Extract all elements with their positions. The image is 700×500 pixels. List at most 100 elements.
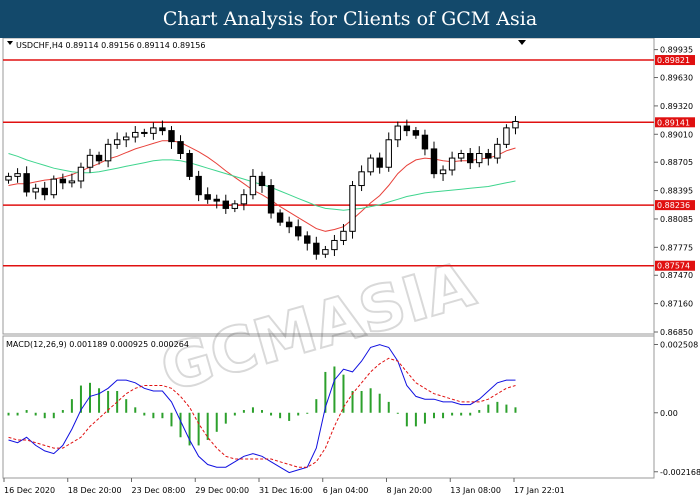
time-tick-label: 8 Jan 20:00 bbox=[387, 486, 433, 495]
candle-body bbox=[213, 198, 220, 202]
candle-body bbox=[32, 187, 39, 193]
macd-histogram-bar bbox=[297, 412, 300, 416]
macd-histogram-bar bbox=[514, 407, 517, 413]
candle-body bbox=[358, 171, 365, 187]
candle-body bbox=[104, 143, 112, 162]
candle-body bbox=[95, 154, 103, 162]
time-tick-label: 29 Dec 00:00 bbox=[195, 486, 249, 495]
macd-histogram-bar bbox=[469, 412, 472, 416]
time-tick-label: 31 Dec 16:00 bbox=[259, 486, 313, 495]
candle-body bbox=[86, 154, 94, 168]
macd-histogram-bar bbox=[378, 393, 381, 413]
candle-body bbox=[159, 127, 166, 132]
macd-tick-label: -0.002168 bbox=[660, 468, 700, 477]
macd-tick-label: 0.00 bbox=[660, 409, 678, 418]
macd-histogram-bar bbox=[25, 410, 28, 413]
candle-body bbox=[503, 127, 510, 145]
candle-body bbox=[59, 178, 67, 184]
candle-body bbox=[394, 125, 402, 141]
price-tick-label: 0.87775 bbox=[660, 243, 693, 252]
macd-tick-label: 0.002508 bbox=[660, 341, 698, 350]
macd-histogram-bar bbox=[279, 412, 282, 419]
price-tick-label: 0.88395 bbox=[660, 187, 693, 196]
price-tick-label: 0.89320 bbox=[660, 102, 693, 111]
candle-body bbox=[68, 180, 76, 184]
candle-body bbox=[231, 203, 239, 209]
macd-histogram-bar bbox=[369, 388, 372, 413]
candle-body bbox=[421, 134, 429, 150]
macd-histogram-bar bbox=[505, 404, 508, 413]
candle-body bbox=[376, 157, 383, 168]
candle-body bbox=[14, 173, 21, 177]
time-tick-label: 18 Dec 20:00 bbox=[68, 486, 122, 495]
candle-body bbox=[204, 194, 211, 200]
price-tick-label: 0.89935 bbox=[660, 46, 693, 55]
price-tick-label: 0.88085 bbox=[660, 215, 693, 224]
macd-histogram-bar bbox=[460, 412, 463, 416]
price-tick-label: 0.88705 bbox=[660, 158, 693, 167]
time-tick-label: 16 Dec 2020 bbox=[4, 486, 55, 495]
price-tick-label: 0.86850 bbox=[660, 328, 693, 337]
macd-histogram-bar bbox=[414, 412, 417, 427]
macd-histogram-bar bbox=[333, 366, 336, 413]
candle-body bbox=[494, 143, 501, 159]
candle-body bbox=[476, 153, 483, 164]
candle-body bbox=[141, 131, 148, 134]
macd-histogram-bar bbox=[215, 412, 218, 432]
macd-histogram-bar bbox=[423, 412, 426, 424]
macd-histogram-bar bbox=[179, 412, 182, 438]
candle-body bbox=[313, 242, 320, 255]
symbol-header: USDCHF,H4 0.89114 0.89156 0.89114 0.8915… bbox=[16, 41, 205, 50]
macd-histogram-bar bbox=[478, 410, 481, 413]
price-tick-label: 0.89010 bbox=[660, 130, 693, 139]
macd-histogram-bar bbox=[288, 412, 291, 421]
macd-histogram-bar bbox=[433, 412, 435, 419]
macd-histogram-bar bbox=[70, 399, 73, 413]
candle-body bbox=[77, 166, 85, 182]
time-tick-label: 13 Jan 08:00 bbox=[450, 486, 501, 495]
macd-histogram-bar bbox=[125, 399, 128, 413]
price-tick-label: 0.89630 bbox=[660, 74, 693, 83]
macd-histogram-bar bbox=[143, 412, 146, 416]
candle-body bbox=[412, 130, 420, 136]
candle-body bbox=[349, 185, 356, 232]
candle-body bbox=[113, 139, 121, 145]
macd-histogram-bar bbox=[224, 412, 227, 424]
macd-histogram-bar bbox=[152, 412, 155, 419]
macd-histogram-bar bbox=[451, 412, 454, 416]
candle-body bbox=[430, 148, 438, 175]
title-banner: Chart Analysis for Clients of GCM Asia bbox=[0, 0, 700, 38]
time-tick-label: 17 Jan 22:01 bbox=[514, 486, 565, 495]
candle-body bbox=[322, 249, 329, 255]
macd-histogram-bar bbox=[396, 412, 399, 414]
candle-body bbox=[258, 175, 266, 187]
time-tick-label: 23 Dec 08:00 bbox=[132, 486, 186, 495]
macd-histogram-bar bbox=[387, 401, 390, 413]
price-tick-label: 0.87470 bbox=[660, 271, 693, 280]
candle-body bbox=[331, 239, 338, 251]
candle-body bbox=[457, 153, 465, 159]
candle-body bbox=[466, 153, 474, 164]
candle-body bbox=[439, 169, 447, 175]
candle-body bbox=[240, 194, 248, 205]
macd-histogram-bar bbox=[487, 404, 490, 413]
macd-histogram-bar bbox=[251, 407, 254, 413]
level-label: 0.89821 bbox=[657, 56, 690, 65]
macd-header: MACD(12,26,9) 0.001189 0.000925 0.000264 bbox=[6, 340, 189, 349]
macd-histogram-bar bbox=[496, 401, 499, 413]
candle-body bbox=[485, 153, 492, 159]
candle-body bbox=[403, 125, 411, 132]
macd-histogram-bar bbox=[98, 388, 101, 413]
candle-body bbox=[340, 230, 347, 241]
candle-body bbox=[294, 226, 302, 237]
macd-histogram-bar bbox=[43, 412, 46, 419]
candle-body bbox=[367, 157, 374, 173]
macd-histogram-bar bbox=[442, 412, 445, 419]
macd-histogram-bar bbox=[34, 412, 37, 416]
candle-body bbox=[448, 157, 456, 171]
candle-body bbox=[276, 212, 284, 223]
candle-body bbox=[304, 235, 311, 244]
macd-histogram-bar bbox=[134, 407, 137, 413]
candle-body bbox=[186, 153, 193, 177]
macd-histogram-bar bbox=[315, 399, 318, 413]
